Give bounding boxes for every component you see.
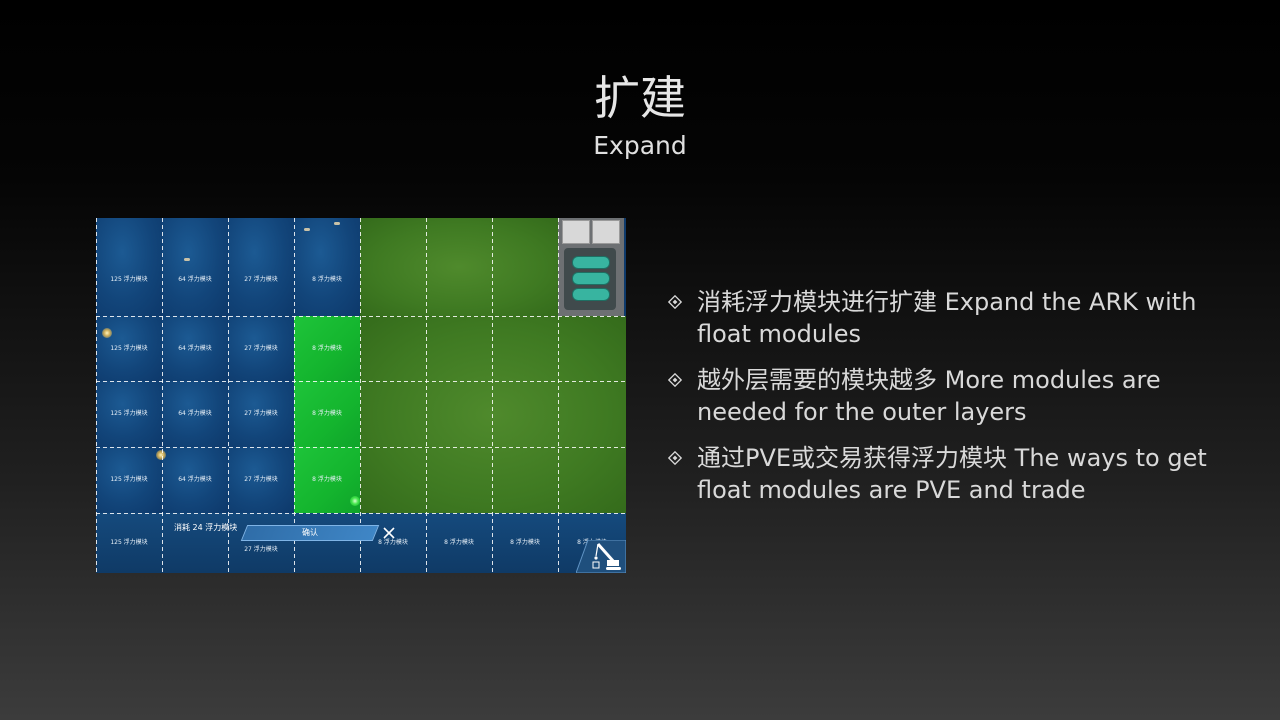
- storage-tank: [572, 272, 610, 285]
- cell-cost-label: 8 浮力模块: [312, 276, 342, 283]
- selected-cell[interactable]: 8 浮力模块: [294, 316, 360, 381]
- cell-cost-label: 64 浮力模块: [178, 410, 212, 417]
- cell-cost-label: 27 浮力模块: [244, 276, 278, 283]
- grid-cell[interactable]: 64 浮力模块: [162, 447, 228, 513]
- grid-cell[interactable]: 8 浮力模块: [294, 218, 360, 316]
- bullet-item: 消耗浮力模块进行扩建 Expand the ARK with float mod…: [668, 286, 1228, 350]
- cell-cost-label: 125 浮力模块: [110, 276, 148, 283]
- boat-sprite: [304, 228, 310, 231]
- ark-base-building[interactable]: [558, 218, 624, 316]
- grid-cell[interactable]: 125 浮力模块: [96, 218, 162, 316]
- diamond-bullet-icon: [668, 451, 682, 465]
- boat-sprite: [334, 222, 340, 225]
- cell-cost-label: 125 浮力模块: [110, 539, 148, 546]
- bullet-text: 通过PVE或交易获得浮力模块 The ways to get float mod…: [697, 444, 1207, 504]
- grid-cell[interactable]: 64 浮力模块: [162, 218, 228, 316]
- slide-title: 扩建: [594, 71, 686, 125]
- cell-cost-label: 125 浮力模块: [110, 476, 148, 483]
- cell-cost-label: 8 浮力模块: [312, 344, 342, 352]
- grid-cell[interactable]: 27 浮力模块: [228, 381, 294, 447]
- diamond-bullet-icon: [668, 373, 682, 387]
- cell-cost-label: 125 浮力模块: [110, 344, 148, 352]
- grid-cell[interactable]: 64 浮力模块: [162, 381, 228, 447]
- slide-subtitle: Expand: [593, 131, 687, 160]
- grid-cell[interactable]: 27 浮力模块: [228, 218, 294, 316]
- grid-cell[interactable]: 8 浮力模块: [426, 513, 492, 573]
- grid-cell[interactable]: 8 浮力模块: [492, 513, 558, 573]
- confirm-button[interactable]: 确认: [244, 525, 376, 541]
- building-roof: [592, 220, 620, 244]
- crane-icon[interactable]: [576, 540, 626, 573]
- cell-cost-label: 27 浮力模块: [244, 546, 278, 553]
- grid-cell[interactable]: 125 浮力模块: [96, 513, 162, 573]
- green-glow: [350, 496, 360, 506]
- boat-sprite: [184, 258, 190, 261]
- tank-platform: [564, 248, 616, 310]
- consume-cost-text: 消耗 24 浮力模块: [174, 523, 238, 532]
- grid-cell[interactable]: [294, 513, 360, 573]
- grid-cell[interactable]: 8 浮力模块: [360, 513, 426, 573]
- cell-cost-label: 125 浮力模块: [110, 410, 148, 417]
- grid-cell[interactable]: 27 浮力模块: [228, 316, 294, 381]
- cell-cost-label: 27 浮力模块: [244, 476, 278, 483]
- close-icon[interactable]: [382, 526, 396, 540]
- building-roof: [562, 220, 590, 244]
- grid-cell[interactable]: 125 浮力模块: [96, 316, 162, 381]
- cell-cost-label: 27 浮力模块: [244, 410, 278, 417]
- light-glow: [156, 450, 166, 460]
- grass-tile: [360, 218, 558, 316]
- bullet-item: 通过PVE或交易获得浮力模块 The ways to get float mod…: [668, 442, 1228, 506]
- grid-cell[interactable]: 125 浮力模块: [96, 447, 162, 513]
- selected-cell[interactable]: 8 浮力模块: [294, 381, 360, 447]
- cell-cost-label: 8 浮力模块: [312, 476, 342, 483]
- bullet-item: 越外层需要的模块越多 More modules are needed for t…: [668, 364, 1228, 428]
- cell-cost-label: 8 浮力模块: [444, 539, 474, 546]
- game-screenshot: 125 浮力模块 64 浮力模块 27 浮力模块 8 浮力模块 125 浮力模块…: [96, 218, 626, 573]
- bullet-text: 消耗浮力模块进行扩建 Expand the ARK with float mod…: [697, 288, 1197, 348]
- cell-cost-label: 64 浮力模块: [178, 344, 212, 352]
- cell-cost-label: 8 浮力模块: [312, 410, 342, 417]
- diamond-bullet-icon: [668, 295, 682, 309]
- bullet-text: 越外层需要的模块越多 More modules are needed for t…: [697, 366, 1161, 426]
- grass-tile: [360, 316, 626, 513]
- storage-tank: [572, 256, 610, 269]
- cell-cost-label: 27 浮力模块: [244, 344, 278, 352]
- cell-cost-label: 8 浮力模块: [510, 539, 540, 546]
- bullet-list: 消耗浮力模块进行扩建 Expand the ARK with float mod…: [668, 286, 1228, 520]
- cell-cost-label: 64 浮力模块: [178, 276, 212, 283]
- grid-cell[interactable]: 64 浮力模块: [162, 316, 228, 381]
- grid-cell[interactable]: 125 浮力模块: [96, 381, 162, 447]
- storage-tank: [572, 288, 610, 301]
- grid-cell[interactable]: 27 浮力模块: [228, 513, 294, 573]
- grid-cell[interactable]: 27 浮力模块: [228, 447, 294, 513]
- light-glow: [102, 328, 112, 338]
- cell-cost-label: 64 浮力模块: [178, 476, 212, 483]
